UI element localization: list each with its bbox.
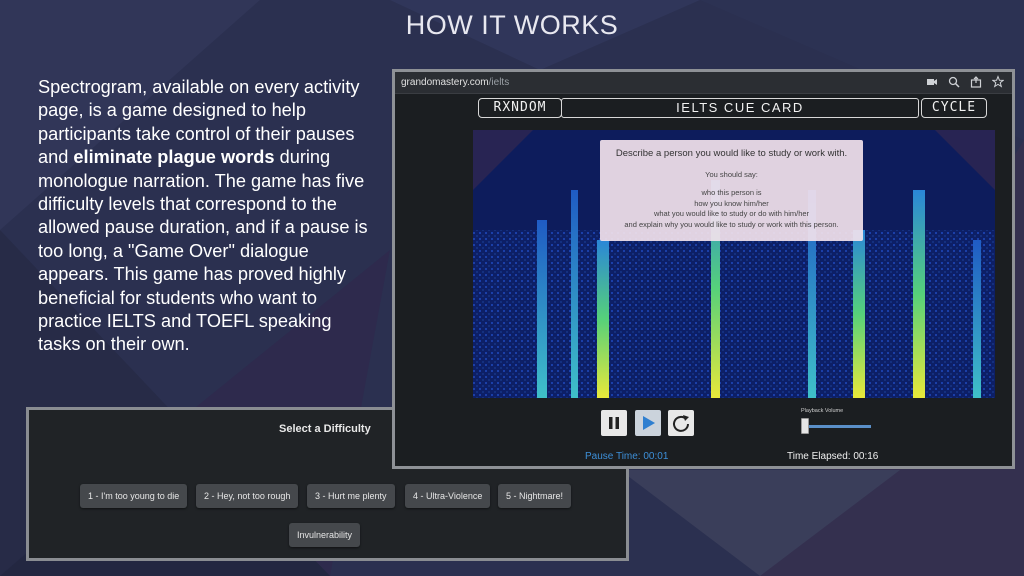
difficulty-title: Select a Difficulty bbox=[279, 423, 371, 435]
cue-point-2: how you know him/her bbox=[694, 198, 769, 208]
restart-button[interactable] bbox=[668, 410, 694, 436]
pause-button[interactable] bbox=[601, 410, 627, 436]
intro-text-2: during monologue narration. The game has… bbox=[38, 147, 368, 355]
play-button[interactable] bbox=[635, 410, 661, 436]
intro-paragraph: Spectrogram, available on every activity… bbox=[38, 76, 368, 357]
star-icon[interactable] bbox=[991, 75, 1005, 89]
intro-text-bold: eliminate plague words bbox=[73, 147, 275, 168]
cue-question: Describe a person you would like to stud… bbox=[615, 148, 848, 159]
pause-icon bbox=[609, 417, 619, 429]
browser-window: grandomastery.com/ielts RXNDOM IELTS CUE… bbox=[392, 69, 1015, 469]
random-button[interactable]: RXNDOM bbox=[478, 98, 562, 118]
difficulty-option-invulnerability[interactable]: Invulnerability bbox=[289, 523, 361, 547]
time-elapsed: Time Elapsed: 00:16 bbox=[787, 451, 879, 462]
url-text[interactable]: grandomastery.com/ielts bbox=[401, 77, 509, 88]
url-path: /ielts bbox=[488, 77, 510, 88]
cycle-button[interactable]: CYCLE bbox=[921, 98, 987, 118]
volume-label: Playback Volume bbox=[801, 408, 844, 414]
difficulty-option-1[interactable]: 1 - I'm too young to die bbox=[80, 484, 188, 508]
address-bar[interactable]: grandomastery.com/ielts bbox=[395, 72, 1012, 94]
volume-slider-thumb[interactable] bbox=[801, 418, 809, 434]
cue-point-1: who this person is bbox=[701, 188, 762, 197]
play-icon bbox=[643, 416, 655, 430]
cue-point-4: and explain why you would like to study … bbox=[624, 219, 839, 229]
restart-icon bbox=[673, 415, 689, 432]
slide-title: HOW IT WORKS bbox=[405, 10, 619, 40]
cue-card-title: IELTS CUE CARD bbox=[561, 98, 919, 118]
volume-slider-track[interactable] bbox=[803, 425, 871, 428]
camera-icon[interactable] bbox=[926, 75, 938, 89]
difficulty-option-4[interactable]: 4 - Ultra-Violence bbox=[405, 484, 491, 508]
difficulty-option-5[interactable]: 5 - Nightmare! bbox=[498, 484, 572, 508]
zoom-icon[interactable] bbox=[948, 75, 960, 89]
pause-time: Pause Time: 00:01 bbox=[585, 451, 669, 462]
share-icon[interactable] bbox=[970, 75, 982, 89]
difficulty-option-2[interactable]: 2 - Hey, not too rough bbox=[196, 484, 299, 508]
cue-card: Describe a person you would like to stud… bbox=[600, 140, 863, 241]
cue-you-should-say: You should say: bbox=[705, 170, 758, 179]
difficulty-option-3[interactable]: 3 - Hurt me plenty bbox=[307, 484, 395, 508]
url-domain: grandomastery.com bbox=[401, 77, 489, 88]
cue-point-3: what you would like to study or do with … bbox=[653, 209, 810, 218]
